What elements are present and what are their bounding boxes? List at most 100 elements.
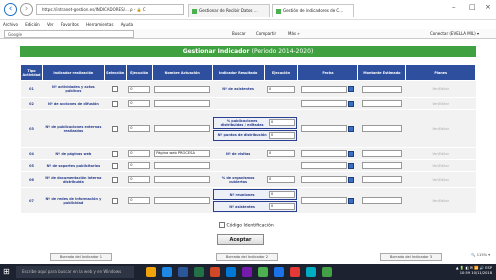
montante-input[interactable]	[361, 125, 402, 132]
fecha-input[interactable]	[301, 125, 348, 132]
fecha-input[interactable]	[301, 85, 348, 93]
ejecucion-input[interactable]: 0	[128, 197, 151, 204]
accept-button[interactable]: Aceptar	[217, 234, 264, 245]
planes-link[interactable]: Ver/Editar	[405, 109, 476, 148]
back-icon[interactable]: ‹	[4, 3, 17, 16]
select-checkbox[interactable]	[112, 176, 119, 183]
page-title-text: Gestionar Indicador	[182, 48, 250, 55]
tab-1[interactable]: Gestión de indicadores de C...	[272, 4, 354, 17]
powerpoint-icon[interactable]	[210, 267, 220, 277]
nombre-input[interactable]: Página web PROCESA	[154, 150, 211, 157]
fecha-input[interactable]	[301, 197, 348, 204]
nombre-input[interactable]	[154, 162, 211, 169]
nombre-input[interactable]	[154, 176, 211, 183]
word-icon[interactable]	[178, 267, 188, 277]
internet-explorer-icon[interactable]	[274, 267, 284, 277]
codigo-checkbox[interactable]	[219, 222, 225, 228]
address-bar[interactable]: https://intranet-gestion.es/INDICADORES/…	[36, 4, 184, 15]
calendar-icon[interactable]	[348, 150, 355, 157]
resultado-input[interactable]: 0	[268, 191, 295, 198]
ejecucion-input[interactable]: 0	[128, 176, 151, 183]
menu-edicion[interactable]: Edición	[25, 22, 39, 27]
calendar-icon[interactable]	[348, 176, 355, 183]
montante-cell	[357, 80, 406, 98]
nombre-input[interactable]	[154, 85, 211, 93]
nombre-input[interactable]	[154, 197, 211, 204]
planes-link[interactable]: Ver/Editar	[405, 147, 476, 160]
nombre-input[interactable]	[154, 125, 211, 132]
resultado-input[interactable]: 0	[268, 119, 295, 126]
planes-link[interactable]: Ver/Editar	[405, 159, 476, 172]
fecha-input[interactable]	[301, 150, 348, 157]
zoom-level[interactable]: 🔍 115% ▾	[471, 253, 490, 257]
menu-herramientas[interactable]: Herramientas	[86, 22, 113, 27]
montante-input[interactable]	[361, 85, 402, 93]
borrado-button-1[interactable]: Borrado del Indicador 1	[50, 253, 112, 261]
more-button[interactable]: Más »	[288, 29, 300, 39]
app-icon[interactable]	[306, 267, 316, 277]
menu-ver[interactable]: Ver	[47, 22, 54, 27]
google-search-box[interactable]: Google	[4, 30, 134, 38]
acrobat-icon[interactable]	[290, 267, 300, 277]
maximize-icon[interactable]: □	[469, 3, 476, 11]
calendar-icon[interactable]	[348, 100, 355, 107]
connect-button[interactable]: Conectar (EVELLA MIL) ▾	[430, 29, 479, 39]
planes-link[interactable]: Ver/Editar	[405, 171, 476, 188]
app-icon-2[interactable]	[322, 267, 332, 277]
resultado-input[interactable]: 0	[268, 131, 295, 139]
calendar-icon[interactable]	[348, 125, 355, 132]
minimize-icon[interactable]: –	[452, 3, 456, 11]
nombre-input[interactable]	[154, 100, 211, 107]
montante-input[interactable]	[361, 150, 402, 157]
ejecucion-input[interactable]: 0	[128, 162, 151, 169]
calendar-icon[interactable]	[348, 197, 355, 204]
montante-input[interactable]	[361, 197, 402, 204]
excel-icon[interactable]	[194, 267, 204, 277]
montante-input[interactable]	[361, 100, 402, 107]
select-checkbox[interactable]	[112, 162, 119, 169]
planes-link[interactable]: Ver/Editar	[405, 80, 476, 98]
menu-archivo[interactable]: Archivo	[3, 22, 18, 27]
tab-0[interactable]: Gestionar de Recibir Datos ...	[188, 4, 270, 17]
planes-link[interactable]: Ver/Editar	[405, 187, 476, 214]
onenote-icon[interactable]	[242, 267, 252, 277]
fecha-input[interactable]	[301, 100, 348, 107]
select-checkbox[interactable]	[112, 197, 119, 204]
edge-icon[interactable]	[162, 267, 172, 277]
ejecucion-input[interactable]: 0	[128, 100, 151, 107]
fecha-input[interactable]	[301, 176, 348, 183]
planes-link[interactable]: Ver/Editar	[405, 97, 476, 110]
menu-ayuda[interactable]: Ayuda	[121, 22, 133, 27]
resultado-input[interactable]: 0	[268, 203, 295, 210]
resultado-input[interactable]: 0	[267, 85, 295, 93]
montante-input[interactable]	[361, 162, 402, 169]
ejecucion-input[interactable]: 0	[128, 85, 151, 93]
select-checkbox[interactable]	[112, 150, 119, 157]
borrado-button-3[interactable]: Borrado del Indicador 3	[380, 253, 442, 261]
file-explorer-icon[interactable]	[146, 267, 156, 277]
fecha-cell	[297, 187, 358, 214]
calendar-icon[interactable]	[348, 162, 355, 169]
borrado-button-2[interactable]: Borrado del Indicador 2	[216, 253, 278, 261]
compartir-button[interactable]: Compartir	[256, 29, 276, 39]
ejecucion-input[interactable]: 0	[128, 125, 151, 132]
resultado-input[interactable]: 0	[267, 176, 295, 183]
close-icon[interactable]: ×	[485, 3, 491, 11]
resultado-input[interactable]: 0	[267, 150, 295, 157]
menu-favoritos[interactable]: Favoritos	[61, 22, 79, 27]
ejecucion-input[interactable]: 0	[128, 150, 151, 157]
buscar-button[interactable]: Buscar	[232, 29, 246, 39]
taskbar-search[interactable]: Escribe aquí para buscar en la web y en …	[16, 266, 134, 278]
calendar-icon[interactable]	[348, 86, 355, 92]
resultado-cell	[212, 97, 265, 110]
chrome-icon[interactable]	[258, 267, 268, 277]
forward-icon[interactable]: ›	[20, 3, 33, 16]
select-checkbox[interactable]	[112, 125, 119, 132]
windows-start-icon[interactable]: ⊞	[3, 268, 11, 276]
outlook-icon[interactable]	[226, 267, 236, 277]
fecha-input[interactable]	[301, 162, 348, 169]
select-checkbox[interactable]	[112, 86, 119, 92]
tray-icons[interactable]: ▲ 🔋 ◧ ✉ 📶 🔊 ESP	[456, 266, 492, 270]
select-checkbox[interactable]	[112, 100, 119, 107]
montante-input[interactable]	[361, 176, 402, 183]
